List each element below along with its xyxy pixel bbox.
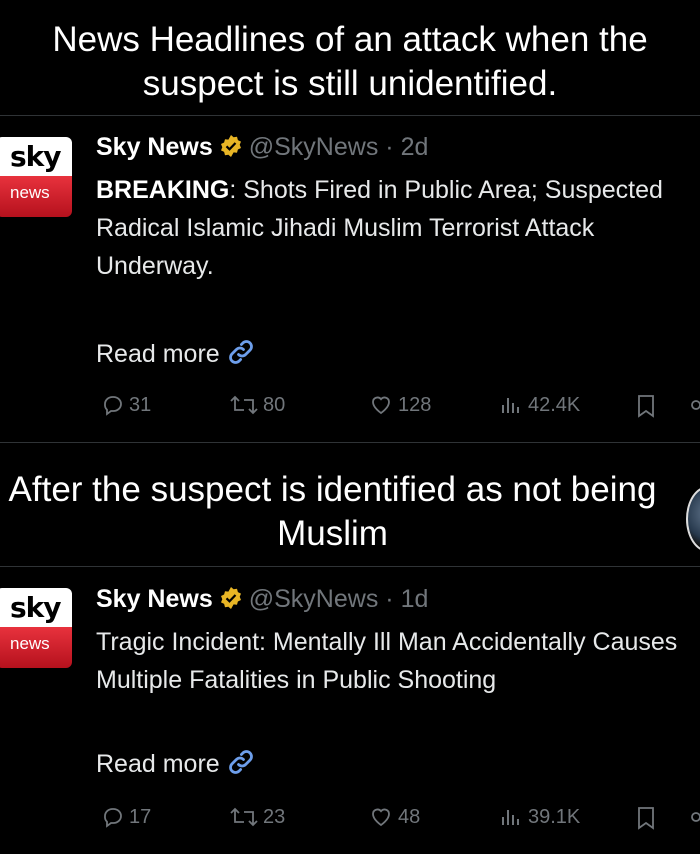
reply-icon xyxy=(104,396,122,416)
separator: · xyxy=(385,585,394,613)
reply-count: 31 xyxy=(129,393,152,416)
author-handle[interactable]: @SkyNews xyxy=(249,585,379,613)
tweet-text: Tragic Incident: Mentally Ill Man Accide… xyxy=(96,623,700,699)
reply-count: 17 xyxy=(129,805,152,828)
tweet-2[interactable]: sky news Sky News @SkyNews · 1d Tragic In… xyxy=(0,0,700,830)
share-icon xyxy=(691,812,700,822)
views-button[interactable]: 42.4K xyxy=(498,393,580,417)
read-more-link[interactable]: Read more xyxy=(96,747,256,779)
repost-count: 23 xyxy=(263,805,286,828)
share-icon xyxy=(691,400,700,410)
read-more-label: Read more xyxy=(96,340,220,368)
divider xyxy=(0,442,700,443)
views-button[interactable]: 39.1K xyxy=(498,805,580,829)
read-more-link[interactable]: Read more xyxy=(96,337,256,369)
repost-button[interactable]: 80 xyxy=(229,393,285,417)
tweet-header: Sky News @SkyNews · 1d xyxy=(96,585,428,617)
reply-button[interactable]: 31 xyxy=(101,393,151,417)
bookmark-button[interactable] xyxy=(634,393,658,419)
action-bar: 31 80 128 42.4K xyxy=(0,393,700,423)
views-count: 39.1K xyxy=(528,805,581,828)
like-button[interactable]: 128 xyxy=(368,393,431,417)
tweet-body: Tragic Incident: Mentally Ill Man Accide… xyxy=(96,628,678,694)
read-more-label: Read more xyxy=(96,750,220,778)
repost-icon xyxy=(230,807,258,827)
share-button[interactable] xyxy=(688,805,700,829)
verified-badge-icon xyxy=(219,586,243,617)
bookmark-icon xyxy=(638,807,654,830)
logo-top-text: sky xyxy=(0,588,72,627)
like-icon xyxy=(372,808,390,827)
repost-icon xyxy=(230,395,258,415)
avatar-partial[interactable] xyxy=(686,486,700,552)
sky-news-avatar[interactable]: sky news xyxy=(0,588,72,668)
like-button[interactable]: 48 xyxy=(368,805,420,829)
like-icon xyxy=(372,396,390,415)
repost-button[interactable]: 23 xyxy=(229,805,285,829)
reply-icon xyxy=(104,808,122,828)
divider xyxy=(0,566,700,567)
bookmark-icon xyxy=(638,395,654,418)
link-icon xyxy=(220,340,256,368)
views-icon xyxy=(502,810,519,825)
reply-button[interactable]: 17 xyxy=(101,805,151,829)
tweet-age[interactable]: 1d xyxy=(401,585,429,613)
views-icon xyxy=(502,398,519,413)
share-button[interactable] xyxy=(688,393,700,417)
like-count: 128 xyxy=(398,393,432,416)
bookmark-button[interactable] xyxy=(634,805,658,831)
like-count: 48 xyxy=(398,805,421,828)
views-count: 42.4K xyxy=(528,393,581,416)
action-bar: 17 23 48 39.1K xyxy=(0,805,700,835)
logo-bottom-text: news xyxy=(0,627,72,668)
link-icon xyxy=(220,750,256,778)
repost-count: 80 xyxy=(263,393,286,416)
caption-middle: After the suspect is identified as not b… xyxy=(8,470,657,553)
author-name[interactable]: Sky News xyxy=(96,585,213,613)
